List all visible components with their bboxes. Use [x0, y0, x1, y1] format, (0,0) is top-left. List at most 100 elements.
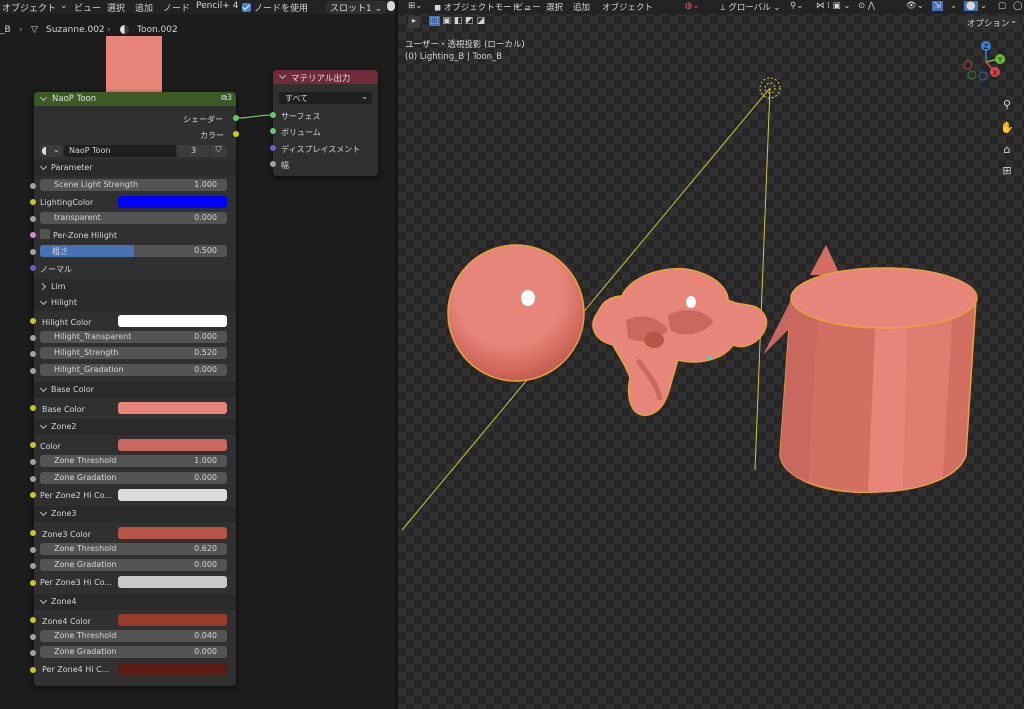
zone4-hi-label: Per Zone4 Hi C...	[42, 665, 110, 674]
chevron-down-icon	[39, 596, 48, 605]
section-zone4[interactable]: Zone4	[34, 594, 236, 610]
input-socket[interactable]	[30, 249, 36, 255]
surface-socket[interactable]	[270, 112, 276, 118]
input-socket[interactable]	[30, 216, 36, 222]
zone2-color-swatch[interactable]	[118, 439, 227, 451]
node-header[interactable]: NaoP Toon ⧉3	[34, 92, 236, 106]
input-socket[interactable]	[30, 318, 36, 324]
input-socket[interactable]	[30, 667, 36, 673]
per-zone-hilight-checkbox[interactable]	[40, 229, 50, 239]
input-socket[interactable]	[30, 617, 36, 623]
transparent-field[interactable]: transparent 0.000	[40, 212, 227, 224]
roughness-slider[interactable]: 粗さ 0.500	[40, 245, 227, 257]
input-socket[interactable]	[30, 650, 36, 656]
displacement-socket[interactable]	[270, 145, 276, 151]
field-label: Zone Threshold	[54, 631, 117, 640]
per-zone-hilight-label: Per-Zone Hilight	[53, 231, 118, 240]
zone2-gradation-field[interactable]: Zone Gradation 0.000	[40, 472, 227, 484]
input-socket[interactable]	[30, 405, 36, 411]
material-users-field[interactable]: 3	[177, 145, 209, 157]
zone3-color-swatch[interactable]	[118, 527, 227, 539]
zone2-hi-swatch[interactable]	[118, 489, 227, 501]
field-value: 1.000	[194, 180, 217, 189]
input-socket[interactable]	[30, 368, 36, 374]
hilight-strength-field[interactable]: Hilight_Strength 0.520	[40, 347, 227, 359]
input-socket[interactable]	[30, 530, 36, 536]
hilight-transparent-field[interactable]: Hilight_Transparent 0.000	[40, 331, 227, 343]
input-socket[interactable]	[30, 459, 36, 465]
specular-highlight	[686, 296, 696, 308]
field-label: Hilight_Strength	[54, 348, 119, 357]
material-name-field[interactable]: NaoP Toon	[64, 145, 176, 157]
input-socket[interactable]	[30, 442, 36, 448]
zone4-threshold-field[interactable]: Zone Threshold 0.040	[40, 630, 227, 642]
lighting-color-swatch[interactable]	[118, 196, 227, 208]
zone4-hi-swatch[interactable]	[118, 663, 227, 675]
hilight-gradation-field[interactable]: Hilight_Gradation 0.000	[40, 364, 227, 376]
input-socket[interactable]	[30, 476, 36, 482]
zone3-gradation-field[interactable]: Zone Gradation 0.000	[40, 559, 227, 571]
hilight-color-swatch[interactable]	[118, 315, 227, 327]
input-socket[interactable]	[30, 492, 36, 498]
output-target-dropdown[interactable]: すべて ⌄	[279, 92, 372, 104]
volume-label: ボリューム	[281, 128, 321, 137]
section-parameter[interactable]: Parameter	[34, 160, 236, 176]
chevron-down-icon	[39, 297, 48, 306]
collapse-icon[interactable]	[278, 71, 287, 80]
field-value: 0.000	[194, 647, 217, 656]
suzanne-object[interactable]	[592, 267, 768, 416]
width-label: 幅	[281, 161, 289, 170]
chevron-down-icon: ⌄	[361, 92, 368, 101]
input-socket[interactable]	[30, 351, 36, 357]
input-socket[interactable]	[30, 265, 36, 271]
section-label: Base Color	[51, 385, 94, 394]
input-socket[interactable]	[30, 634, 36, 640]
base-color-swatch[interactable]	[118, 402, 227, 414]
section-base-color[interactable]: Base Color	[34, 382, 236, 398]
3d-viewport[interactable]: ⊞⌄ ◼ オブジェクトモード ⌄ ビュー 選択 追加 オブジェクト ◍⌄ ⟂ グ…	[398, 0, 1024, 709]
zone3-threshold-field[interactable]: Zone Threshold 0.620	[40, 543, 227, 555]
zone4-color-swatch[interactable]	[118, 614, 227, 626]
output-color-socket[interactable]	[233, 131, 239, 137]
zone4-gradation-field[interactable]: Zone Gradation 0.000	[40, 646, 227, 658]
normal-label: ノーマル	[40, 265, 72, 274]
chevron-down-icon	[39, 162, 48, 171]
section-hilight[interactable]: Hilight	[34, 295, 236, 311]
collapse-icon[interactable]	[39, 93, 48, 102]
section-zone2[interactable]: Zone2	[34, 419, 236, 435]
input-socket[interactable]	[30, 547, 36, 553]
field-value: 0.000	[194, 473, 217, 482]
lighting-color-label: LightingColor	[40, 198, 94, 207]
chevron-down-icon	[39, 421, 48, 430]
input-socket[interactable]	[30, 232, 36, 238]
input-socket[interactable]	[30, 563, 36, 569]
scene-light-strength-field[interactable]: Scene Light Strength 1.000	[40, 179, 227, 191]
input-socket[interactable]	[30, 199, 36, 205]
zone3-hi-swatch[interactable]	[118, 576, 227, 588]
input-socket[interactable]	[30, 580, 36, 586]
volume-socket[interactable]	[270, 128, 276, 134]
field-label: Scene Light Strength	[54, 180, 139, 189]
input-socket[interactable]	[30, 335, 36, 341]
output-shader-socket[interactable]	[233, 115, 239, 121]
material-browse-button[interactable]: ⌄	[40, 145, 62, 157]
width-socket[interactable]	[270, 161, 276, 167]
node-header[interactable]: マテリアル出力	[273, 70, 378, 84]
specular-highlight	[521, 290, 535, 306]
sphere-object[interactable]	[447, 244, 585, 382]
field-value: 0.000	[194, 332, 217, 341]
field-label: Zone Threshold	[54, 544, 117, 553]
section-zone3[interactable]: Zone3	[34, 506, 236, 522]
scene-canvas[interactable]	[398, 0, 1024, 709]
cone-object[interactable]	[810, 245, 840, 275]
input-socket[interactable]	[30, 183, 36, 189]
field-label: 粗さ	[52, 247, 68, 256]
field-label: transparent	[54, 213, 101, 222]
section-lim[interactable]: Lim	[34, 279, 236, 295]
node-group-icon[interactable]: ⧉3	[221, 93, 232, 103]
zone3-hi-label: Per Zone3 Hi Co...	[40, 578, 113, 587]
cylinder-object[interactable]	[763, 267, 978, 494]
fake-user-shield-icon[interactable]: ⛉	[210, 145, 227, 157]
section-label: Hilight	[51, 298, 77, 307]
zone2-threshold-field[interactable]: Zone Threshold 1.000	[40, 455, 227, 467]
